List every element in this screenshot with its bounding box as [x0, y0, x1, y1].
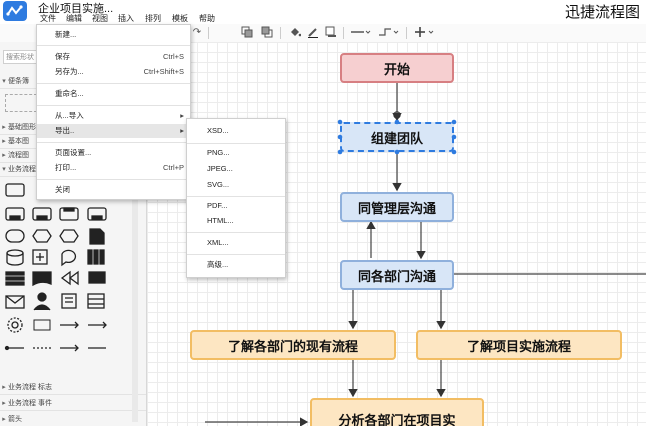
menu-divider: [187, 232, 285, 233]
node-understand-implementation-process[interactable]: 了解项目实施流程: [416, 330, 622, 360]
redo-icon[interactable]: ↷: [190, 26, 204, 40]
collapse-icon: ▸: [2, 400, 6, 407]
section-label: 便条簿: [8, 78, 29, 85]
app-header: 企业项目实施... 文件 编辑 视图 插入 排列 模板 帮助 迅捷流程图: [0, 0, 646, 25]
menu-item-label: 页面设置...: [55, 148, 92, 157]
collapse-icon: ▸: [2, 124, 6, 131]
menu-divider: [187, 143, 285, 144]
collapse-icon: ▸: [2, 138, 6, 145]
menu-item-page-setup[interactable]: 页面设置...: [37, 146, 190, 160]
section-business-process-marker[interactable]: ▸ 业务流程 标志: [0, 382, 146, 395]
toolbar-divider: [343, 27, 344, 39]
menu-divider: [37, 45, 190, 46]
menu-item-label: 新建...: [55, 30, 77, 39]
section-label: 箭头: [8, 416, 22, 423]
node-analyze-departments[interactable]: 分析各部门在项目实: [310, 398, 484, 426]
section-label: 基本图: [8, 138, 29, 145]
expand-icon: ▾: [2, 78, 6, 85]
menu-item-label: 另存为...: [55, 67, 84, 76]
section-label: 基础图形: [8, 124, 36, 131]
line-style-icon[interactable]: [350, 26, 372, 40]
menu-file[interactable]: 文件: [40, 13, 56, 24]
section-label: 业务流程: [8, 166, 36, 173]
menu-item-import[interactable]: 从...导入 ▸: [37, 109, 190, 123]
brand-name: 迅捷流程图: [564, 4, 640, 21]
export-jpeg[interactable]: JPEG...: [187, 162, 285, 176]
file-menu: 新建... 保存 Ctrl+S 另存为... Ctrl+Shift+S 重命名...…: [36, 24, 191, 200]
export-xml[interactable]: XML...: [187, 236, 285, 250]
menu-item-label: 打印...: [55, 163, 77, 172]
node-label: 同各部门沟通: [357, 268, 436, 284]
menu-item-label: 关闭: [55, 185, 70, 194]
export-png[interactable]: PNG...: [187, 146, 285, 160]
toolbar-divider: [280, 27, 281, 39]
node-mgmt-communication[interactable]: 同管理层沟通: [340, 192, 454, 222]
shortcut-label: Ctrl+Shift+S: [143, 67, 184, 76]
export-submenu: XSD... PNG... JPEG... SVG... PDF... HTML…: [186, 118, 286, 278]
section-label: 业务流程 事件: [8, 400, 52, 407]
menu-template[interactable]: 模板: [172, 13, 188, 24]
toolbar-divider: [208, 27, 209, 39]
waypoint-icon[interactable]: [378, 26, 400, 40]
node-dept-communication[interactable]: 同各部门沟通: [340, 260, 454, 290]
menu-item-new[interactable]: 新建...: [37, 28, 190, 42]
menu-item-label: 重命名...: [55, 89, 84, 98]
export-pdf[interactable]: PDF...: [187, 199, 285, 213]
fill-color-icon[interactable]: [288, 26, 302, 40]
menu-item-save[interactable]: 保存 Ctrl+S: [37, 50, 190, 64]
section-business-process-event[interactable]: ▸ 业务流程 事件: [0, 398, 146, 411]
node-label: 分析各部门在项目实: [338, 413, 456, 426]
export-html[interactable]: HTML...: [187, 214, 285, 228]
export-svg[interactable]: SVG...: [187, 178, 285, 192]
menu-help[interactable]: 帮助: [199, 13, 215, 24]
line-color-icon[interactable]: [306, 26, 320, 40]
export-advanced[interactable]: 高级...: [187, 258, 285, 272]
shadow-icon[interactable]: [324, 26, 338, 40]
menu-insert[interactable]: 插入: [118, 13, 134, 24]
shortcut-label: Ctrl+S: [162, 52, 184, 61]
node-label: 开始: [383, 61, 410, 77]
menu-item-save-as[interactable]: 另存为... Ctrl+Shift+S: [37, 65, 190, 79]
node-label: 了解项目实施流程: [466, 338, 571, 354]
menu-view[interactable]: 视图: [92, 13, 108, 24]
shortcut-label: Ctrl+P: [162, 163, 184, 172]
menu-divider: [37, 83, 190, 84]
node-label: 同管理层沟通: [357, 200, 436, 216]
submenu-arrow-icon: ▸: [180, 111, 184, 120]
menu-item-print[interactable]: 打印... Ctrl+P: [37, 161, 190, 175]
node-understand-current-process[interactable]: 了解各部门的现有流程: [190, 330, 396, 360]
menu-item-close[interactable]: 关闭: [37, 183, 190, 197]
collapse-icon: ▸: [2, 384, 6, 391]
submenu-arrow-icon: ▸: [180, 126, 184, 135]
export-xsd[interactable]: XSD...: [187, 124, 285, 138]
collapse-icon: ▸: [2, 152, 6, 159]
section-arrows[interactable]: ▸ 箭头: [0, 414, 146, 426]
node-label: 了解各部门的现有流程: [227, 338, 358, 354]
insert-icon[interactable]: [414, 26, 436, 40]
menu-item-label: 导出..: [55, 126, 75, 135]
menu-divider: [187, 254, 285, 255]
menu-divider: [37, 142, 190, 143]
app-logo-icon[interactable]: [3, 1, 27, 21]
selection-handles[interactable]: [335, 117, 459, 157]
menu-item-rename[interactable]: 重命名...: [37, 87, 190, 101]
menu-divider: [187, 196, 285, 197]
section-label: 流程图: [8, 152, 29, 159]
to-front-icon[interactable]: [240, 26, 254, 40]
menu-divider: [37, 179, 190, 180]
menu-item-export[interactable]: 导出.. ▸: [37, 124, 190, 138]
collapse-icon: ▸: [2, 416, 6, 423]
section-label: 业务流程 标志: [8, 384, 52, 391]
expand-icon: ▾: [2, 166, 6, 173]
menu-item-label: 从...导入: [55, 111, 84, 120]
toolbar-divider: [406, 27, 407, 39]
to-back-icon[interactable]: [260, 26, 274, 40]
menu-divider: [37, 105, 190, 106]
menu-edit[interactable]: 编辑: [66, 13, 82, 24]
node-start[interactable]: 开始: [340, 53, 454, 83]
business-process-shapes[interactable]: [4, 182, 114, 370]
menu-item-label: 保存: [55, 52, 70, 61]
menu-arrange[interactable]: 排列: [145, 13, 161, 24]
scratchpad-dropzone[interactable]: [5, 94, 37, 112]
